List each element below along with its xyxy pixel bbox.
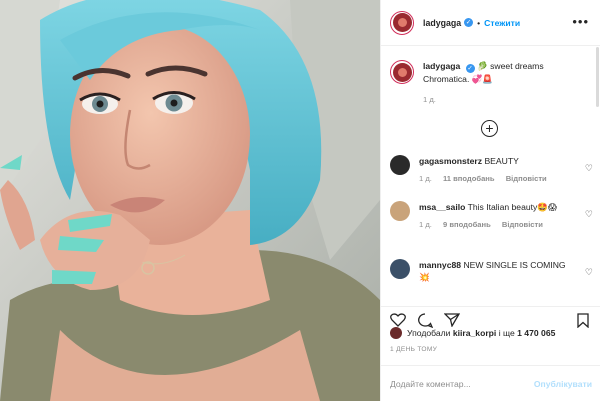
author-username[interactable]: ladygaga [423,18,461,28]
reply-button[interactable]: Відповісти [506,174,547,183]
likes-prefix: Уподобали [407,328,451,338]
likes-summary: Уподобали kiira_korpi і ще 1 470 065 [390,327,555,339]
comment-likes[interactable]: 11 вподобань [443,174,495,183]
commenter-avatar[interactable] [390,259,410,279]
liker-avatar[interactable] [390,327,402,339]
comment-item: gagasmonsterz BEAUTY 1 д. 11 вподобань В… [390,155,590,185]
post-header: ladygaga ✓ • Стежити ••• [381,0,600,46]
more-options-icon[interactable]: ••• [572,14,589,29]
follow-button[interactable]: Стежити [484,18,520,28]
comments-scrollbar[interactable] [596,47,599,107]
comment-body: mannyc88 NEW SINGLE IS COMING 💥 [419,259,574,283]
comment-body: gagasmonsterz BEAUTY 1 д. 11 вподобань В… [419,155,574,185]
comment-input[interactable] [390,378,530,389]
commenter-avatar[interactable] [390,201,410,221]
add-comment-bar: Опублікувати [381,365,600,401]
post-photo[interactable] [0,0,380,401]
likes-middle: і ще [498,328,515,338]
comment-text: BEAUTY [484,156,519,166]
caption: ladygaga ✓ 🥬 sweet dreams Chromatica. 💞🚨… [390,60,590,106]
caption-author[interactable]: ladygaga [423,61,460,71]
comment-author[interactable]: gagasmonsterz [419,156,482,166]
instagram-post-window: ladygaga ✓ • Стежити ••• ladygaga ✓ 🥬 sw… [0,0,600,401]
comment-text: This Italian beauty🤩😱 [467,202,557,212]
author-avatar[interactable] [390,10,414,35]
comment-age: 1 д. [419,174,432,183]
reply-button[interactable]: Відповісти [502,220,543,229]
share-send-icon[interactable] [444,313,460,327]
post-side-panel: ladygaga ✓ • Стежити ••• ladygaga ✓ 🥬 sw… [380,0,600,401]
like-comment-heart-icon[interactable]: ♡ [585,267,593,278]
comment-item: msa__sailo This Italian beauty🤩😱 1 д. 9 … [390,201,590,231]
like-comment-heart-icon[interactable]: ♡ [585,163,593,174]
like-heart-icon[interactable] [390,313,406,327]
liker-username[interactable]: kiira_korpi [453,328,496,338]
comments-feed[interactable]: ladygaga ✓ 🥬 sweet dreams Chromatica. 💞🚨… [381,47,600,305]
comment-author[interactable]: mannyc88 [419,260,461,270]
comment-meta: 1 д. 11 вподобань Відповісти [419,173,574,185]
caption-author-avatar[interactable] [390,60,414,84]
comment-bubble-icon[interactable] [417,313,433,328]
comment-author[interactable]: msa__sailo [419,202,465,212]
comment-body: msa__sailo This Italian beauty🤩😱 1 д. 9 … [419,201,574,231]
like-comment-heart-icon[interactable]: ♡ [585,209,593,220]
separator-dot: • [477,17,481,28]
commenter-avatar[interactable] [390,155,410,175]
verified-badge-icon: ✓ [465,64,475,73]
comment-item: mannyc88 NEW SINGLE IS COMING 💥 [390,259,590,283]
caption-body: ladygaga ✓ 🥬 sweet dreams Chromatica. 💞🚨… [423,60,588,106]
likes-count[interactable]: 1 470 065 [517,328,555,338]
comment-likes[interactable]: 9 вподобань [443,220,491,229]
publish-button[interactable]: Опублікувати [534,379,592,389]
load-more-comments-icon[interactable]: + [481,120,498,137]
comment-age: 1 д. [419,220,432,229]
save-bookmark-icon[interactable] [577,313,589,328]
caption-age: 1 д. [423,95,436,104]
comment-meta: 1 д. 9 вподобань Відповісти [419,219,574,231]
post-photo-image [0,0,380,401]
post-timestamp[interactable]: 1 ДЕНЬ ТОМУ [390,346,437,353]
verified-badge-icon: ✓ [464,18,474,27]
